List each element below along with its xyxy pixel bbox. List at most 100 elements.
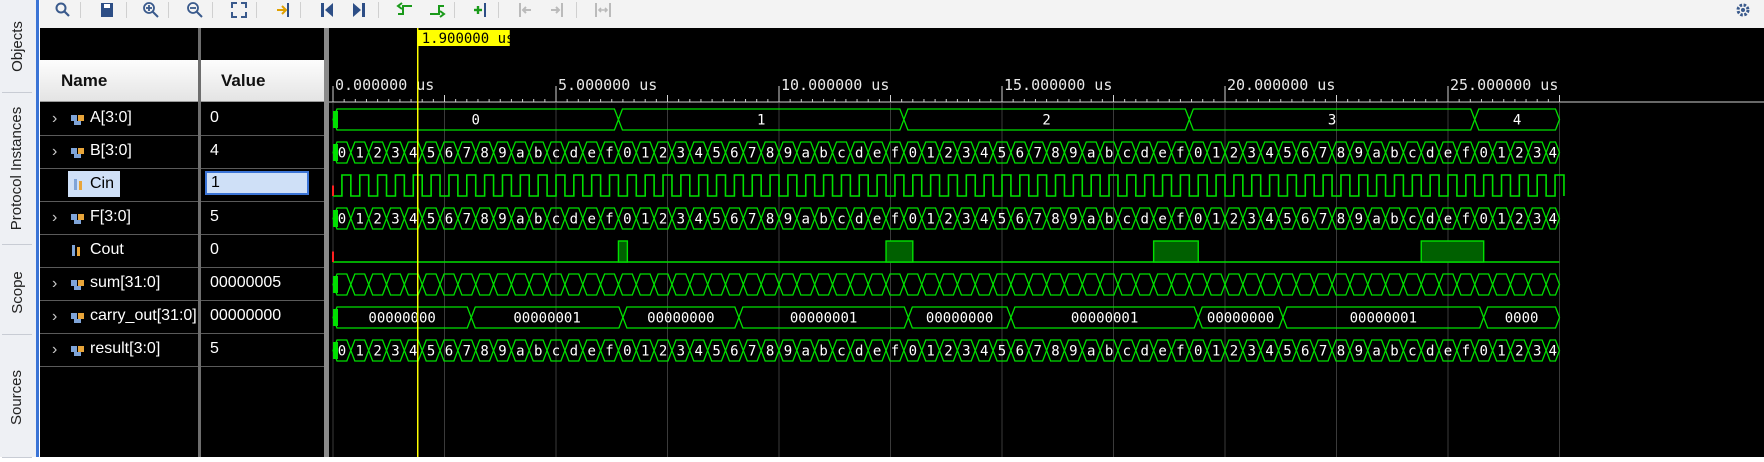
bus-value-label: 9	[784, 344, 792, 360]
bus-signal-icon	[71, 346, 84, 356]
chevron-right-icon[interactable]: ›	[52, 110, 57, 128]
bus-segment	[1277, 273, 1298, 296]
clock-waveform	[333, 174, 1565, 197]
side-tab-accent	[36, 0, 39, 457]
bus-value-label: 6	[1016, 146, 1024, 162]
tab-objects-label: Objects	[8, 20, 26, 72]
bus-value-label: 3	[1533, 212, 1541, 228]
bus-value-label: a	[516, 344, 524, 360]
bus-segment	[635, 273, 655, 296]
name-column-header[interactable]: Name	[40, 60, 198, 102]
save-button[interactable]	[94, 0, 120, 20]
value-column-header[interactable]: Value	[201, 60, 324, 102]
go-to-time-zero-button[interactable]	[314, 0, 340, 20]
signal-value-row[interactable]: 1	[201, 169, 324, 202]
bit-signal-icon	[72, 245, 80, 256]
go-to-cursor-icon	[277, 3, 289, 17]
bus-value-label: 9	[1355, 344, 1363, 360]
chevron-right-icon[interactable]: ›	[52, 143, 57, 161]
bus-segment	[1367, 273, 1387, 296]
bus-segment	[849, 273, 869, 296]
bus-value-label: e	[873, 344, 881, 360]
bus-value-label: 4	[409, 146, 417, 162]
signal-row[interactable]: Cout	[40, 235, 198, 268]
bus-value-label: c	[1123, 146, 1131, 162]
tab-sources[interactable]: Sources	[2, 338, 32, 458]
signal-value-row[interactable]: 5	[201, 202, 324, 235]
bus-value-label: 9	[784, 212, 792, 228]
signal-row[interactable]: › A[3:0]	[40, 103, 198, 136]
waveform-panel[interactable]: 0.000000 us 5.000000 us 10.000000 us 15.000…	[329, 28, 1764, 457]
swap-cursors-button[interactable]	[590, 0, 616, 20]
chevron-right-icon[interactable]: ›	[52, 209, 57, 227]
bus-value-label: 3	[391, 344, 399, 360]
signal-name: F[3:0]	[90, 208, 131, 225]
bus-value-label: f	[1462, 212, 1470, 228]
bus-value-label: 0	[1194, 344, 1202, 360]
high-pulse	[1152, 240, 1199, 263]
zoom-out-button[interactable]	[182, 0, 208, 20]
bus-value-label: 9	[1355, 212, 1363, 228]
next-marker-button[interactable]	[544, 0, 570, 20]
tab-objects[interactable]: Objects	[2, 0, 32, 93]
tab-protocol-instances[interactable]: Protocol Instances	[2, 92, 32, 245]
bus-value-label: e	[1444, 344, 1452, 360]
signal-row[interactable]: › result[3:0]	[40, 334, 198, 367]
bus-value-label: 1	[1497, 212, 1505, 228]
bus-segment	[582, 273, 602, 296]
next-transition-button[interactable]	[424, 0, 450, 20]
bus-value-label: 6	[730, 344, 738, 360]
bus-value-label: 2	[373, 344, 381, 360]
zoom-in-button[interactable]	[138, 0, 164, 20]
signal-value-row[interactable]: 4	[201, 136, 324, 169]
signal-row[interactable]: › B[3:0]	[40, 136, 198, 169]
chevron-right-icon[interactable]: ›	[52, 341, 57, 359]
bus-signal-icon	[71, 313, 84, 323]
go-to-cursor-button[interactable]	[270, 0, 296, 20]
bus-value-label: 1	[641, 212, 649, 228]
bus-segment	[1420, 273, 1440, 296]
go-to-last-time-button[interactable]	[346, 0, 372, 20]
toolbar-separator	[126, 2, 127, 18]
bus-value-label: 7	[1319, 212, 1327, 228]
bus-segment	[510, 273, 530, 296]
chevron-right-icon[interactable]: ›	[52, 275, 57, 293]
bus-value-label: 9	[1069, 212, 1077, 228]
bus-value-label: 00000000	[926, 311, 993, 327]
settings-button[interactable]	[1730, 0, 1756, 20]
bus-value-label: a	[802, 344, 810, 360]
bus-value-label: c	[837, 146, 845, 162]
signal-value-row[interactable]: 00000000	[201, 301, 324, 334]
bus-value-label: 4	[1265, 146, 1273, 162]
search-button[interactable]	[50, 0, 76, 20]
signal-value-row[interactable]: 0	[201, 103, 324, 136]
bus-value-label: 9	[498, 344, 506, 360]
previous-transition-button[interactable]	[392, 0, 418, 20]
waveform-canvas[interactable]: 0.000000 us 5.000000 us 10.000000 us 15.000…	[329, 28, 1764, 457]
timeline-label: 0.000000 us	[335, 76, 434, 94]
bus-value-label: 00000000	[368, 311, 435, 327]
bus-value-label: f	[891, 212, 899, 228]
tab-scope[interactable]: Scope	[2, 250, 32, 335]
bus-segment	[617, 273, 637, 296]
signal-value-row[interactable]: 5	[201, 334, 324, 367]
start-marker	[333, 111, 338, 128]
bus-segment	[1474, 273, 1494, 296]
wave-f-3-0: 0123456789abcdef0123456789abcdef01234567…	[332, 207, 1561, 230]
signal-row[interactable]: › F[3:0]	[40, 202, 198, 235]
signal-value-row[interactable]: 00000005	[201, 268, 324, 301]
bus-value-label: a	[1372, 146, 1380, 162]
signal-row[interactable]: › sum[31:0]	[40, 268, 198, 301]
bus-value-label: 1	[356, 344, 364, 360]
bus-value-label: 00000001	[790, 311, 857, 327]
chevron-right-icon[interactable]: ›	[52, 308, 57, 326]
bus-value-label: 5	[998, 146, 1006, 162]
signal-value-row[interactable]: 0	[201, 235, 324, 268]
bus-value-label: e	[873, 146, 881, 162]
signal-row[interactable]: › carry_out[31:0]	[40, 301, 198, 334]
zoom-fit-button[interactable]	[226, 0, 252, 20]
add-marker-button[interactable]	[468, 0, 494, 20]
bus-value-label: d	[855, 344, 863, 360]
signal-row[interactable]: Cin	[40, 169, 198, 202]
previous-marker-button[interactable]	[512, 0, 538, 20]
